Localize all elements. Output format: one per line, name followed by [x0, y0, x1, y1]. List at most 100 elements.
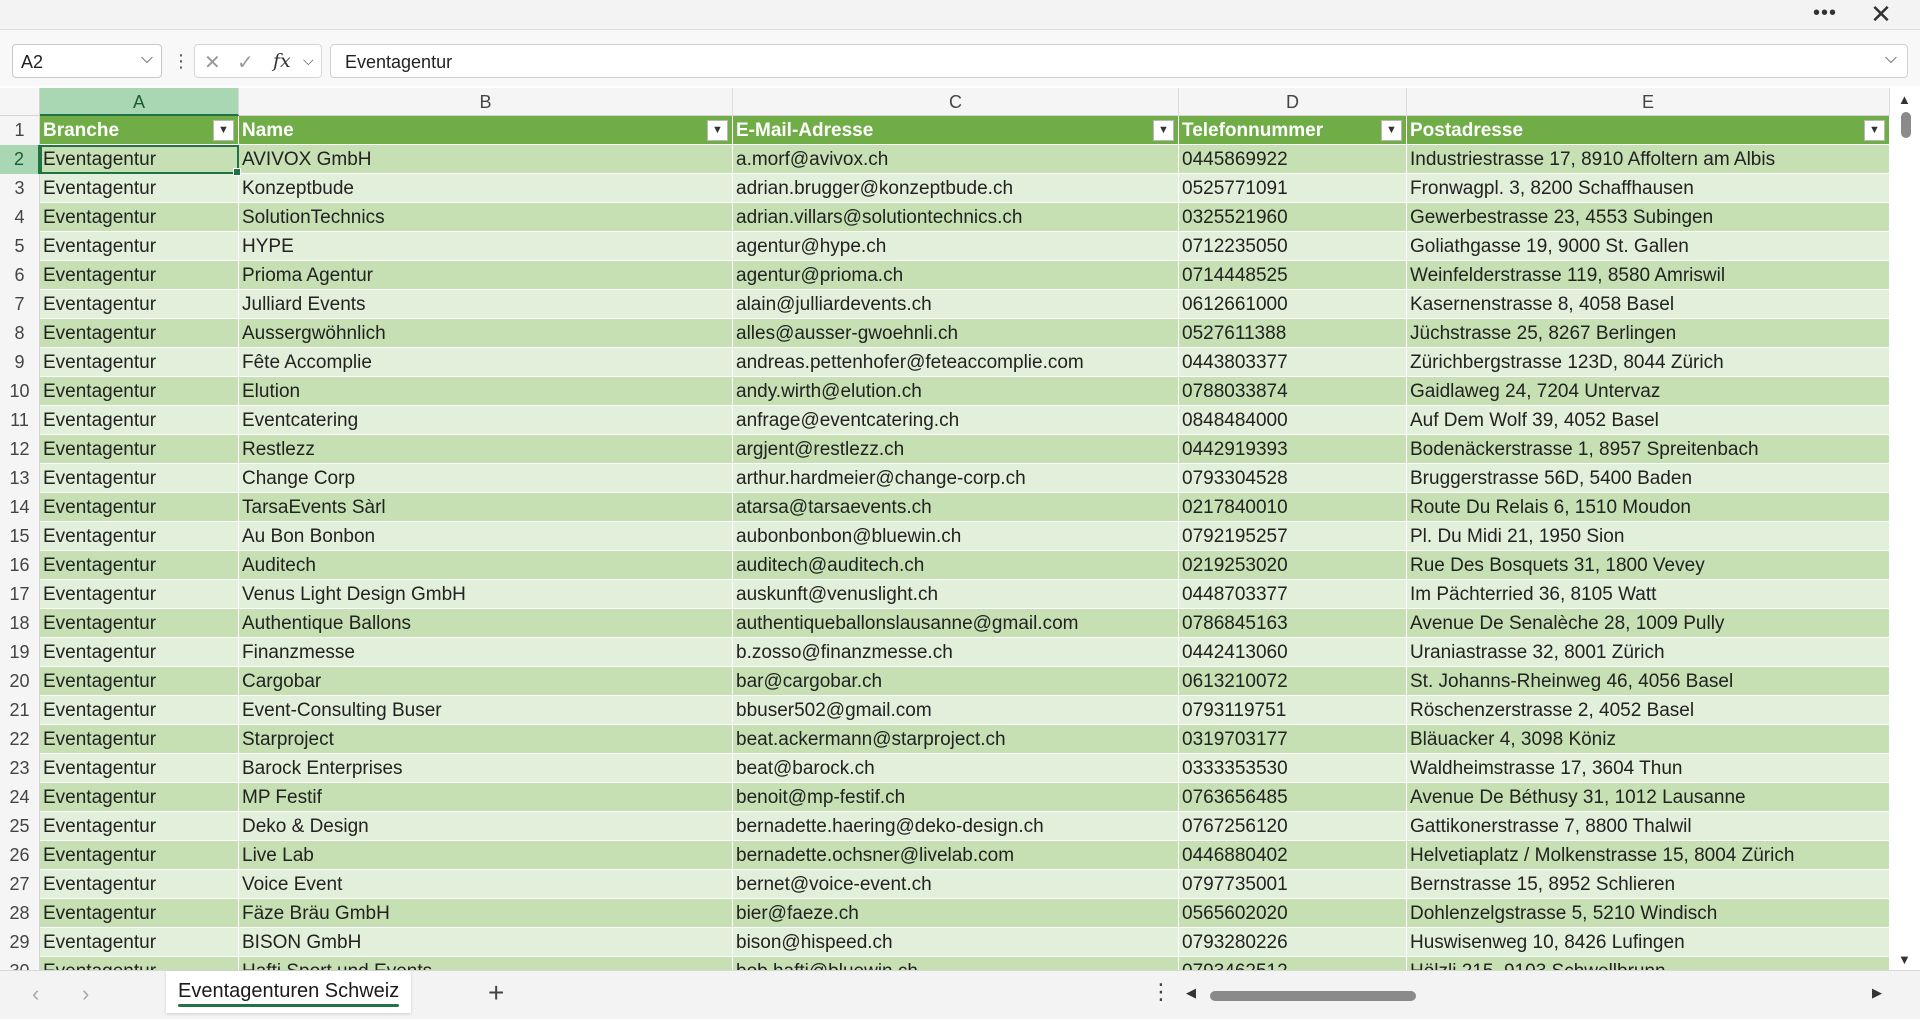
table-cell[interactable]: Voice Event: [239, 870, 733, 899]
table-cell[interactable]: Pl. Du Midi 21, 1950 Sion: [1407, 522, 1890, 551]
table-cell[interactable]: Weinfelderstrasse 119, 8580 Amriswil: [1407, 261, 1890, 290]
vertical-scrollbar[interactable]: ▲ ▼: [1892, 88, 1920, 970]
table-cell[interactable]: Im Pächterried 36, 8105 Watt: [1407, 580, 1890, 609]
table-cell[interactable]: Huswisenweg 10, 8426 Lufingen: [1407, 928, 1890, 957]
table-cell[interactable]: 0448703377: [1179, 580, 1407, 609]
row-number[interactable]: 30: [0, 957, 40, 970]
table-cell[interactable]: Konzeptbude: [239, 174, 733, 203]
table-cell[interactable]: Eventagentur: [40, 522, 239, 551]
row-number[interactable]: 23: [0, 754, 40, 783]
table-cell[interactable]: beat@barock.ch: [733, 754, 1179, 783]
table-cell[interactable]: Eventagentur: [40, 841, 239, 870]
row-number[interactable]: 25: [0, 812, 40, 841]
table-cell[interactable]: 0793462512: [1179, 957, 1407, 970]
table-cell[interactable]: Event-Consulting Buser: [239, 696, 733, 725]
table-cell[interactable]: St. Johanns-Rheinweg 46, 4056 Basel: [1407, 667, 1890, 696]
scroll-up-icon[interactable]: ▲: [1898, 92, 1911, 107]
table-cell[interactable]: 0793304528: [1179, 464, 1407, 493]
table-cell[interactable]: Uraniastrasse 32, 8001 Zürich: [1407, 638, 1890, 667]
table-cell[interactable]: bar@cargobar.ch: [733, 667, 1179, 696]
table-cell[interactable]: b.zosso@finanzmesse.ch: [733, 638, 1179, 667]
table-cell[interactable]: 0786845163: [1179, 609, 1407, 638]
table-cell[interactable]: Eventagentur: [40, 174, 239, 203]
table-header-cell[interactable]: Postadresse ▼: [1407, 116, 1890, 145]
table-cell[interactable]: 0612661000: [1179, 290, 1407, 319]
table-cell[interactable]: 0792195257: [1179, 522, 1407, 551]
filter-dropdown-icon[interactable]: ▼: [1864, 120, 1885, 141]
table-cell[interactable]: Eventagentur: [40, 957, 239, 970]
row-number[interactable]: 10: [0, 377, 40, 406]
row-number[interactable]: 9: [0, 348, 40, 377]
table-cell[interactable]: 0848484000: [1179, 406, 1407, 435]
table-cell[interactable]: Elution: [239, 377, 733, 406]
table-cell[interactable]: 0565602020: [1179, 899, 1407, 928]
row-number[interactable]: 24: [0, 783, 40, 812]
table-cell[interactable]: adrian.villars@solutiontechnics.ch: [733, 203, 1179, 232]
table-cell[interactable]: 0763656485: [1179, 783, 1407, 812]
table-cell[interactable]: Eventagentur: [40, 928, 239, 957]
table-cell[interactable]: 0797735001: [1179, 870, 1407, 899]
table-cell[interactable]: Waldheimstrasse 17, 3604 Thun: [1407, 754, 1890, 783]
table-header-cell[interactable]: Name ▼: [239, 116, 733, 145]
row-number[interactable]: 6: [0, 261, 40, 290]
chevron-down-icon[interactable]: ⌵: [303, 52, 314, 69]
table-cell[interactable]: atarsa@tarsaevents.ch: [733, 493, 1179, 522]
column-header-c[interactable]: C: [733, 88, 1179, 116]
table-cell[interactable]: bison@hispeed.ch: [733, 928, 1179, 957]
table-cell[interactable]: 0219253020: [1179, 551, 1407, 580]
table-cell[interactable]: Eventagentur: [40, 406, 239, 435]
row-number[interactable]: 5: [0, 232, 40, 261]
table-cell[interactable]: Eventagentur: [40, 754, 239, 783]
insert-function-icon[interactable]: fx: [273, 50, 291, 72]
column-header-a[interactable]: A: [40, 88, 239, 116]
table-cell[interactable]: Eventagentur: [40, 783, 239, 812]
table-cell[interactable]: 0217840010: [1179, 493, 1407, 522]
table-cell[interactable]: Goliathgasse 19, 9000 St. Gallen: [1407, 232, 1890, 261]
spreadsheet-grid[interactable]: A B C D E 1 Branche ▼ Name ▼ E-Mail-Adresse ▼ Telefo…: [0, 88, 1890, 970]
table-cell[interactable]: 0527611388: [1179, 319, 1407, 348]
table-cell[interactable]: bernadette.ochsner@livelab.com: [733, 841, 1179, 870]
row-number[interactable]: 15: [0, 522, 40, 551]
table-cell[interactable]: argjent@restlezz.ch: [733, 435, 1179, 464]
table-cell[interactable]: Authentique Ballons: [239, 609, 733, 638]
row-number[interactable]: 14: [0, 493, 40, 522]
table-cell[interactable]: 0319703177: [1179, 725, 1407, 754]
column-header-e[interactable]: E: [1407, 88, 1890, 116]
table-cell[interactable]: Starproject: [239, 725, 733, 754]
table-cell[interactable]: Kasernenstrasse 8, 4058 Basel: [1407, 290, 1890, 319]
sheet-tab[interactable]: Eventagenturen Schweiz: [166, 971, 412, 1013]
scroll-left-icon[interactable]: ◀: [1186, 985, 1196, 1001]
table-cell[interactable]: bernet@voice-event.ch: [733, 870, 1179, 899]
table-cell[interactable]: adrian.brugger@konzeptbude.ch: [733, 174, 1179, 203]
table-cell[interactable]: Gewerbestrasse 23, 4553 Subingen: [1407, 203, 1890, 232]
table-cell[interactable]: Cargobar: [239, 667, 733, 696]
table-cell[interactable]: Eventagentur: [40, 580, 239, 609]
table-cell[interactable]: andy.wirth@elution.ch: [733, 377, 1179, 406]
row-number[interactable]: 16: [0, 551, 40, 580]
table-cell[interactable]: MP Festif: [239, 783, 733, 812]
row-number[interactable]: 19: [0, 638, 40, 667]
table-cell[interactable]: Hafti Sport und Events: [239, 957, 733, 970]
table-cell[interactable]: Restlezz: [239, 435, 733, 464]
table-cell[interactable]: Fäze Bräu GmbH: [239, 899, 733, 928]
table-cell[interactable]: aubonbonbon@bluewin.ch: [733, 522, 1179, 551]
filter-dropdown-icon[interactable]: ▼: [213, 120, 234, 141]
table-cell[interactable]: alles@ausser-gwoehnli.ch: [733, 319, 1179, 348]
row-number[interactable]: 26: [0, 841, 40, 870]
table-cell[interactable]: Eventagentur: [40, 870, 239, 899]
table-cell[interactable]: 0446880402: [1179, 841, 1407, 870]
row-number[interactable]: 20: [0, 667, 40, 696]
table-cell[interactable]: bob.hafti@bluewin.ch: [733, 957, 1179, 970]
table-cell[interactable]: bernadette.haering@deko-design.ch: [733, 812, 1179, 841]
row-number[interactable]: 1: [0, 116, 40, 145]
table-cell[interactable]: 0442413060: [1179, 638, 1407, 667]
table-cell[interactable]: Julliard Events: [239, 290, 733, 319]
table-cell[interactable]: Rue Des Bosquets 31, 1800 Vevey: [1407, 551, 1890, 580]
table-cell[interactable]: Eventagentur: [40, 203, 239, 232]
vertical-scroll-thumb[interactable]: [1901, 112, 1911, 138]
row-number[interactable]: 3: [0, 174, 40, 203]
table-cell[interactable]: Jüchstrasse 25, 8267 Berlingen: [1407, 319, 1890, 348]
row-number[interactable]: 22: [0, 725, 40, 754]
table-cell[interactable]: Dohlenzelgstrasse 5, 5210 Windisch: [1407, 899, 1890, 928]
table-cell[interactable]: Route Du Relais 6, 1510 Moudon: [1407, 493, 1890, 522]
